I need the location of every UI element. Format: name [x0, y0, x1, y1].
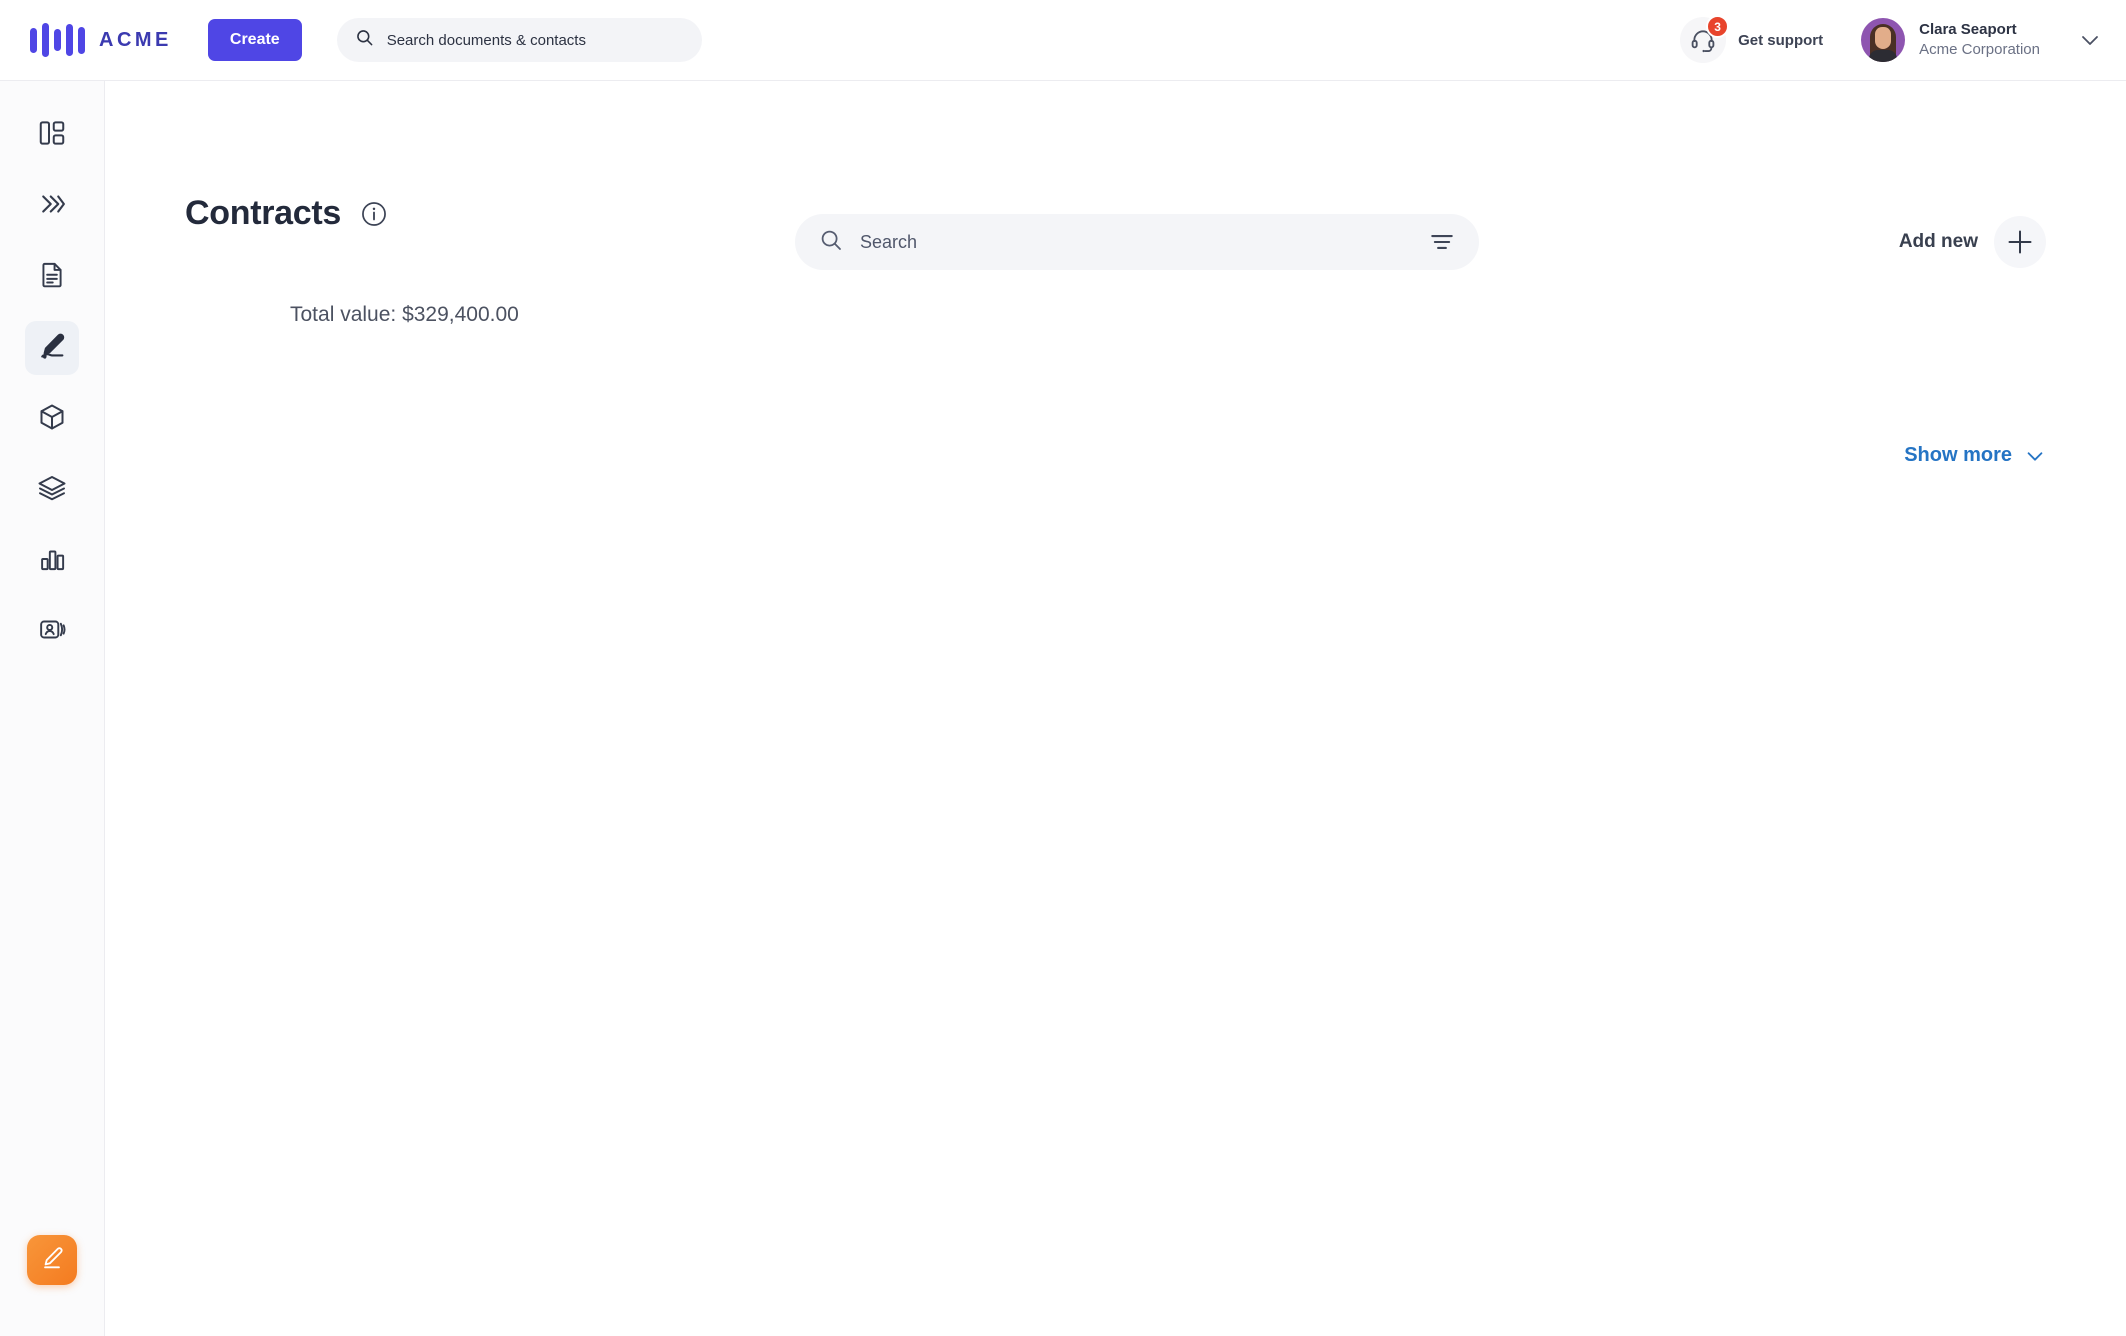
chevron-down-icon[interactable] — [2078, 28, 2102, 52]
contact-card-icon — [38, 615, 67, 649]
sidebar-nav — [0, 81, 104, 659]
search-icon — [355, 28, 374, 52]
user-name: Clara Seaport — [1919, 21, 2017, 39]
global-search-placeholder: Search documents & contacts — [386, 31, 586, 49]
sidebar-item-contacts[interactable] — [25, 605, 79, 659]
user-meta: Clara Seaport Acme Corporation — [1919, 20, 2040, 60]
sidebar-item-products[interactable] — [25, 392, 79, 446]
contracts-search-placeholder: Search — [860, 231, 918, 252]
contracts-search-input[interactable]: Search — [795, 214, 1479, 270]
top-bar: ACME Create Search documents & contacts … — [0, 0, 2126, 81]
support-badge: 3 — [1706, 15, 1730, 38]
bars-logo-icon — [30, 22, 85, 58]
brand-logo[interactable]: ACME — [30, 18, 172, 62]
topbar-right-group: 3 Get support Clara Seaport Acme Corpora… — [1680, 0, 2102, 80]
sidebar-item-reports[interactable] — [25, 534, 79, 588]
double-chevron-right-icon — [37, 189, 67, 224]
show-more-label: Show more — [1904, 444, 2012, 466]
dashboard-layout-icon — [37, 118, 67, 153]
add-new-label: Add new — [1898, 231, 1978, 252]
sidebar-item-contracts[interactable] — [25, 321, 79, 375]
chevron-down-icon — [2024, 445, 2046, 467]
user-menu[interactable]: Clara Seaport Acme Corporation — [1861, 18, 2102, 62]
plus-icon — [1994, 216, 2046, 268]
contracts-list — [185, 351, 2046, 431]
get-support-label: Get support — [1738, 31, 1824, 49]
global-search-input[interactable]: Search documents & contacts — [336, 18, 702, 62]
sidebar-item-documents[interactable] — [25, 250, 79, 304]
brand-name: ACME — [99, 28, 172, 51]
headset-icon: 3 — [1680, 15, 1730, 63]
quick-sign-fab[interactable] — [27, 1235, 77, 1285]
pencil-signature-icon — [37, 331, 67, 366]
layers-icon — [37, 473, 67, 508]
show-more-button[interactable]: Show more — [1904, 444, 2046, 467]
bar-chart-icon — [38, 544, 67, 578]
avatar — [1861, 18, 1906, 62]
user-organization: Acme Corporation — [1919, 41, 2040, 58]
sidebar-item-workflows[interactable] — [25, 179, 79, 233]
info-circle-icon[interactable] — [361, 201, 387, 227]
create-button[interactable]: Create — [207, 19, 302, 61]
page-header: Contracts — [105, 81, 2126, 233]
main-content: Contracts Search Add new Total value: $3… — [105, 81, 2126, 1336]
sidebar-item-dashboard[interactable] — [25, 108, 79, 162]
filter-icon[interactable] — [1429, 229, 1455, 255]
page-title: Contracts — [185, 194, 341, 232]
pencil-signature-icon — [39, 1245, 65, 1276]
search-icon — [819, 228, 843, 257]
sidebar — [0, 81, 105, 1336]
sidebar-item-templates[interactable] — [25, 463, 79, 517]
total-value-label: Total value: $329,400.00 — [290, 303, 519, 326]
add-new-button[interactable]: Add new — [1899, 214, 2046, 270]
get-support-button[interactable]: 3 Get support — [1680, 15, 1824, 63]
document-icon — [38, 260, 67, 294]
cube-icon — [37, 402, 67, 437]
